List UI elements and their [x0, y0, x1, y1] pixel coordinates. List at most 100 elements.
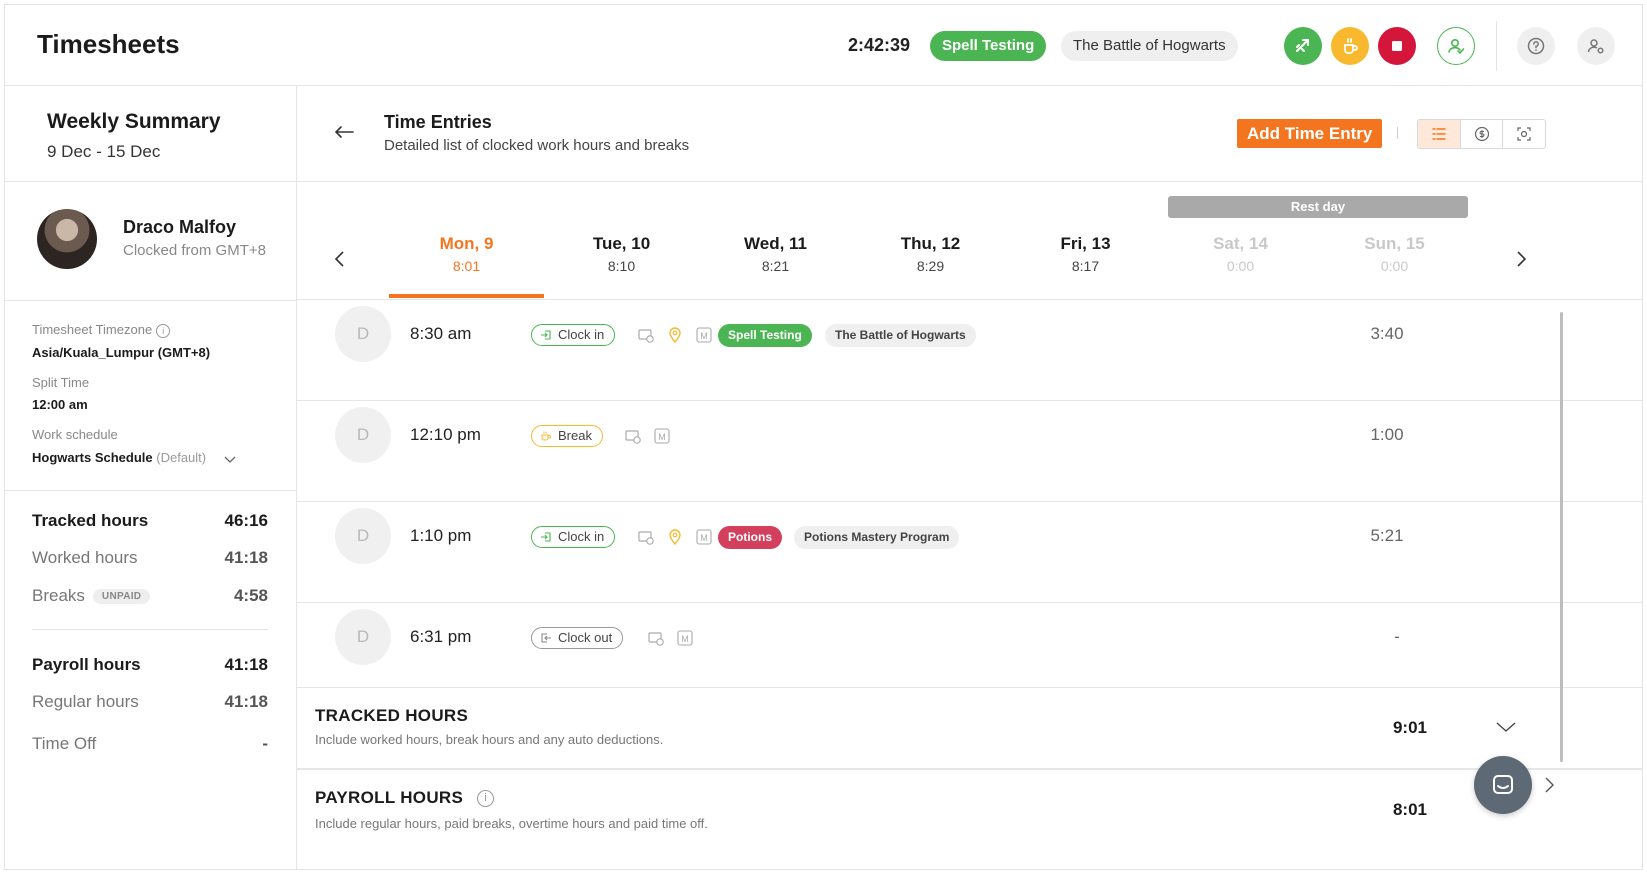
time-entry-row[interactable]: D 8:30 am Clock in M Spell Testing The B…	[297, 300, 1642, 401]
tracked-hours-section[interactable]: TRACKED HOURS Include worked hours, brea…	[297, 687, 1642, 768]
active-activity-badge[interactable]: Spell Testing	[930, 31, 1047, 61]
info-icon[interactable]: i	[477, 790, 495, 808]
user-profile: Draco Malfoy Clocked from GMT+8	[5, 182, 296, 301]
work-schedule-label: Work schedule	[32, 427, 118, 442]
entry-type-label: Break	[558, 428, 592, 443]
day-tab-sun[interactable]: Sun, 15 0:00	[1317, 234, 1472, 274]
svg-text:M: M	[700, 331, 708, 341]
timezone-value: Asia/Kuala_Lumpur (GMT+8)	[32, 345, 211, 360]
activity-tag: Spell Testing	[718, 324, 812, 347]
people-button[interactable]	[1437, 27, 1475, 65]
day-name: Sun, 15	[1364, 234, 1425, 253]
active-day-indicator	[389, 294, 544, 298]
user-settings-icon	[1587, 39, 1604, 54]
chat-support-button[interactable]	[1474, 756, 1532, 814]
entry-type-badge: Clock in	[531, 324, 616, 346]
help-button[interactable]	[1517, 27, 1555, 65]
app-title: Timesheets	[37, 29, 180, 59]
totals-divider	[32, 629, 268, 630]
active-project-badge[interactable]: The Battle of Hogwarts	[1061, 31, 1238, 61]
entry-time: 1:10 pm	[410, 526, 472, 545]
clock-out-icon	[541, 633, 551, 643]
web-device-icon	[648, 632, 664, 646]
time-entry-row[interactable]: D 12:10 pm Break M 1:00	[297, 401, 1642, 502]
scrollbar[interactable]	[1560, 312, 1563, 762]
break-button[interactable]	[1331, 27, 1369, 65]
day-tab-wed[interactable]: Wed, 11 8:21	[698, 234, 853, 274]
day-name: Fri, 13	[1060, 234, 1111, 253]
weekly-summary-title: Weekly Summary	[47, 110, 221, 133]
day-name: Wed, 11	[744, 234, 807, 253]
day-tab-sat[interactable]: Sat, 14 0:00	[1163, 234, 1318, 274]
user-clock-source: Clocked from GMT+8	[123, 242, 266, 259]
view-toggle-group	[1417, 119, 1546, 149]
regular-hours-row: Regular hours 41:18	[32, 692, 268, 712]
app-frame: Timesheets 2:42:39 Spell Testing The Bat…	[4, 4, 1643, 870]
time-off-row: Time Off -	[32, 734, 268, 754]
main-panel: Time Entries Detailed list of clocked wo…	[297, 86, 1642, 869]
location-pin-icon[interactable]	[666, 528, 684, 546]
user-check-icon	[1448, 38, 1465, 55]
entry-avatar: D	[335, 508, 391, 564]
entry-type-label: Clock in	[558, 327, 605, 342]
location-pin-icon[interactable]	[666, 326, 684, 344]
top-header: Timesheets 2:42:39 Spell Testing The Bat…	[5, 5, 1642, 86]
web-device-icon	[638, 329, 654, 343]
entry-avatar: D	[335, 609, 391, 665]
work-schedule-value: Hogwarts Schedule	[32, 450, 153, 465]
page-subtitle: Detailed list of clocked work hours and …	[384, 137, 690, 154]
svg-text:M: M	[658, 432, 666, 442]
day-hours: 0:00	[1380, 258, 1409, 274]
coffee-icon	[541, 431, 551, 441]
cost-view-button[interactable]	[1461, 120, 1504, 148]
time-entry-list: D 8:30 am Clock in M Spell Testing The B…	[297, 300, 1642, 687]
entry-time: 12:10 pm	[410, 425, 481, 444]
help-icon	[1527, 37, 1545, 55]
day-name: Thu, 12	[900, 234, 961, 253]
running-timer: 2:42:39	[848, 35, 911, 55]
day-name: Sat, 14	[1213, 234, 1268, 253]
left-sidebar: Weekly Summary 9 Dec - 15 Dec Draco Malf…	[5, 86, 297, 869]
activity-tag: Potions	[718, 526, 782, 549]
chat-icon	[1493, 775, 1513, 794]
time-entry-row[interactable]: D 1:10 pm Clock in M Potions Potions Mas…	[297, 502, 1642, 603]
day-tab-tue[interactable]: Tue, 10 8:10	[544, 234, 699, 274]
coffee-icon	[1344, 38, 1358, 54]
work-schedule-select[interactable]: Hogwarts Schedule (Default)	[32, 450, 206, 465]
web-device-icon	[625, 430, 641, 444]
payroll-hours-row: Payroll hours 41:18	[32, 655, 268, 675]
switch-icon	[1296, 39, 1309, 52]
day-tab-fri[interactable]: Fri, 13 8:17	[1008, 234, 1163, 274]
chevron-down-icon[interactable]	[224, 453, 236, 465]
time-entries-header: Time Entries Detailed list of clocked wo…	[297, 86, 1642, 182]
chevron-down-icon[interactable]	[1495, 720, 1517, 734]
back-arrow-icon[interactable]	[333, 124, 355, 140]
snapshot-view-button[interactable]	[1503, 120, 1545, 148]
payroll-hours-total: 8:01	[1392, 800, 1427, 819]
switch-activity-button[interactable]	[1284, 27, 1322, 65]
chevron-right-icon[interactable]	[1543, 776, 1555, 794]
day-tab-mon[interactable]: Mon, 9 8:01	[389, 234, 544, 274]
weekly-summary: Weekly Summary 9 Dec - 15 Dec	[5, 86, 296, 182]
payroll-hours-desc: Include regular hours, paid breaks, over…	[315, 816, 708, 831]
chevron-left-icon[interactable]	[333, 250, 347, 268]
split-time-label: Split Time	[32, 375, 90, 390]
payroll-hours-section[interactable]: PAYROLL HOURS i Include regular hours, pa…	[297, 768, 1642, 869]
list-view-button[interactable]	[1418, 120, 1461, 148]
entry-duration: 3:40	[1370, 324, 1404, 343]
day-tab-thu[interactable]: Thu, 12 8:29	[853, 234, 1008, 274]
chevron-right-icon[interactable]	[1514, 250, 1528, 268]
breaks-label: Breaks UNPAID	[32, 586, 151, 606]
add-time-entry-button[interactable]: Add Time Entry	[1237, 119, 1383, 148]
entry-duration: -	[1394, 627, 1400, 646]
clock-in-icon	[541, 532, 551, 542]
entry-avatar: D	[335, 306, 391, 362]
settings-button[interactable]	[1577, 27, 1615, 65]
timezone-label: Timesheet Timezone i	[32, 322, 171, 338]
regular-hours-value: 41:18	[224, 692, 268, 711]
payroll-hours-label: Payroll hours	[32, 655, 141, 674]
toolbar-divider	[1397, 127, 1398, 139]
info-icon[interactable]: i	[156, 323, 171, 338]
tracked-hours-value: 46:16	[224, 511, 268, 530]
stop-button[interactable]	[1378, 27, 1416, 65]
